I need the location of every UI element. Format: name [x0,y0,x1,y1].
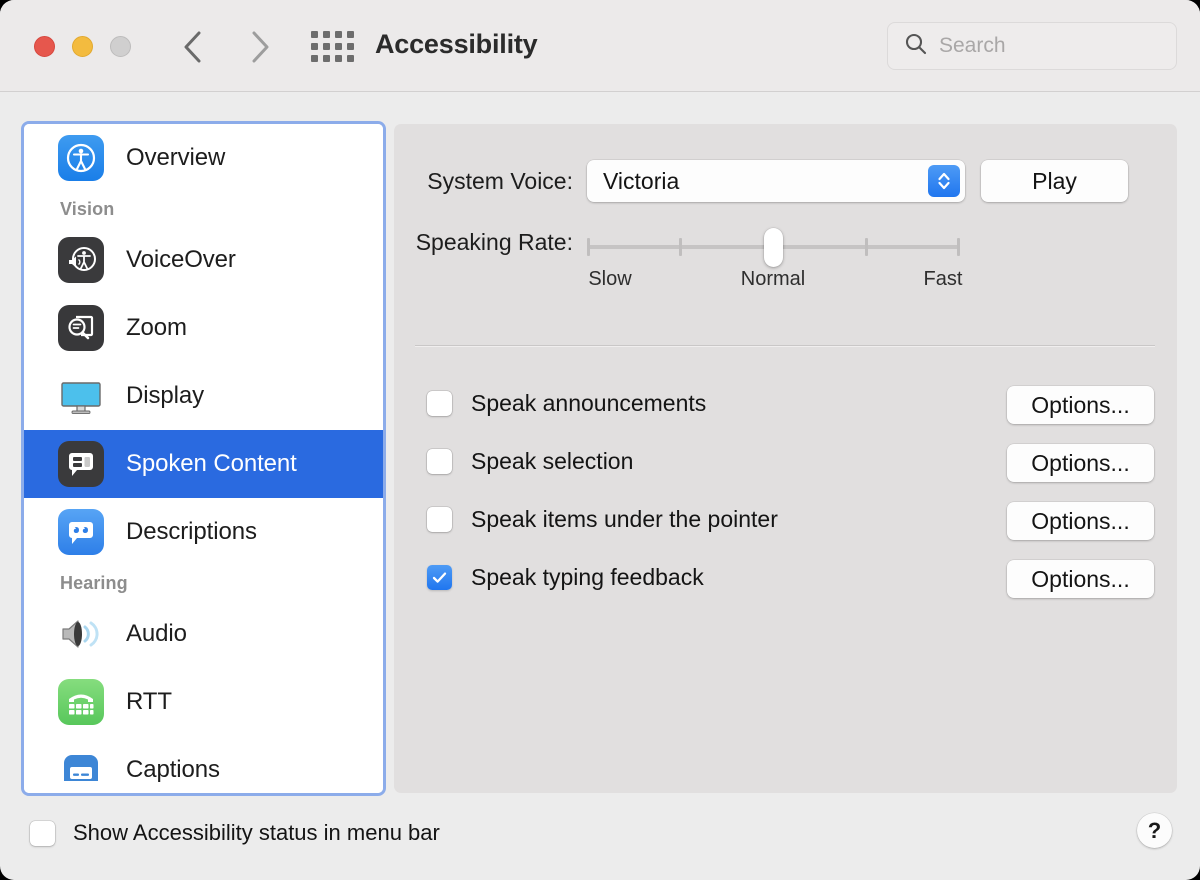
speak-announcements-row: Speak announcements Options... [394,374,1177,432]
slider-tick-labels: Slow Normal Fast [587,268,962,294]
system-voice-value: Victoria [603,167,680,194]
sidebar-item-label: Display [126,382,204,409]
chevron-right-icon[interactable] [240,27,280,67]
speak-typing-feedback-checkbox[interactable] [427,564,452,590]
sidebar-item-label: Descriptions [126,518,257,545]
maximize-window-button[interactable] [110,36,131,57]
help-button[interactable]: ? [1137,813,1172,848]
accessibility-icon [58,135,104,181]
slider-tick [587,238,590,256]
captions-icon [58,747,104,793]
checkbox-label: Speak selection [471,447,634,474]
minimize-window-button[interactable] [72,36,93,57]
sidebar-item-label: Zoom [126,314,187,341]
sidebar-scroll-area[interactable]: Overview Vision VoiceOver Zoom Display S… [24,124,383,793]
sidebar-item-descriptions[interactable]: Descriptions [24,498,383,566]
sidebar-item-label: Audio [126,620,187,647]
sidebar-item-label: VoiceOver [126,246,236,273]
slider-thumb[interactable] [764,228,783,267]
system-voice-row: System Voice: Victoria Play [394,160,1177,202]
window-titlebar: Accessibility [0,0,1200,92]
sidebar-item-audio[interactable]: Audio [24,600,383,668]
sidebar-item-captions[interactable]: Captions [24,736,383,793]
search-icon [904,32,928,61]
checkmark-icon [432,571,447,583]
speak-items-under-pointer-checkbox[interactable] [427,506,452,532]
zoom-magnifier-icon [58,305,104,351]
slider-mark-normal: Normal [740,268,806,290]
speak-selection-row: Speak selection Options... [394,432,1177,490]
section-divider [415,345,1155,347]
chevron-left-icon[interactable] [172,27,212,67]
sidebar-item-label: RTT [126,688,172,715]
play-voice-button[interactable]: Play [981,160,1128,202]
slider-tick [679,238,682,256]
speak-announcements-checkbox[interactable] [427,390,452,416]
checkbox-label: Speak items under the pointer [471,505,778,532]
sidebar-item-display[interactable]: Display [24,362,383,430]
traffic-light-controls [34,36,131,57]
checkbox-label: Speak typing feedback [471,563,704,590]
spoken-content-icon [58,441,104,487]
navigation-arrows [172,27,280,67]
sidebar-item-rtt[interactable]: RTT [24,668,383,736]
spoken-content-settings-panel: System Voice: Victoria Play Speaking Rat… [394,124,1177,793]
close-window-button[interactable] [34,36,55,57]
speak-items-under-pointer-options-button[interactable]: Options... [1007,502,1154,540]
speak-typing-feedback-row: Speak typing feedback Options... [394,548,1177,606]
accessibility-preferences-window: Accessibility Search Overview Vision Voi… [0,0,1200,880]
slider-tick [865,238,868,256]
system-voice-label: System Voice: [427,167,573,194]
speak-announcements-options-button[interactable]: Options... [1007,386,1154,424]
display-monitor-icon [58,373,104,419]
slider-mark-fast: Fast [923,268,963,290]
preferences-sidebar: Overview Vision VoiceOver Zoom Display S… [21,121,386,796]
search-input[interactable] [939,34,1149,58]
sidebar-item-label: Captions [126,756,220,783]
audio-speaker-icon [58,611,104,657]
spoken-content-options-list: Speak announcements Options... Speak sel… [394,374,1177,606]
descriptions-icon [58,509,104,555]
system-voice-select[interactable]: Victoria [587,160,965,202]
slider-tick [957,238,960,256]
sidebar-group-vision: Vision [60,199,115,219]
speaking-rate-label: Speaking Rate: [415,229,573,255]
show-status-in-menu-bar-row: Show Accessibility status in menu bar [30,820,440,846]
speak-typing-feedback-options-button[interactable]: Options... [1007,560,1154,598]
sidebar-item-spoken-content[interactable]: Spoken Content [24,430,383,498]
sidebar-item-voiceover[interactable]: VoiceOver [24,226,383,294]
rtt-teletype-icon [58,679,104,725]
voiceover-icon [58,237,104,283]
show-status-in-menu-bar-label: Show Accessibility status in menu bar [73,820,440,845]
search-field[interactable] [887,22,1177,70]
speaking-rate-slider[interactable]: Slow Normal Fast [587,228,962,294]
speak-items-under-pointer-row: Speak items under the pointer Options... [394,490,1177,548]
sidebar-item-label: Spoken Content [126,450,297,477]
show-status-in-menu-bar-checkbox[interactable] [30,820,55,846]
sidebar-item-overview[interactable]: Overview [24,124,383,192]
slider-mark-slow: Slow [588,268,632,290]
page-title: Accessibility [375,29,538,59]
sidebar-group-hearing: Hearing [60,573,128,593]
show-all-preferences-icon[interactable] [311,31,355,63]
slider-track[interactable] [587,228,962,267]
chevron-up-down-icon[interactable] [928,165,960,197]
checkbox-label: Speak announcements [471,389,707,416]
sidebar-item-zoom[interactable]: Zoom [24,294,383,362]
speak-selection-checkbox[interactable] [427,448,452,474]
speak-selection-options-button[interactable]: Options... [1007,444,1154,482]
speaking-rate-row: Speaking Rate: Slow Normal Fast [394,228,1177,294]
sidebar-item-label: Overview [126,144,226,171]
